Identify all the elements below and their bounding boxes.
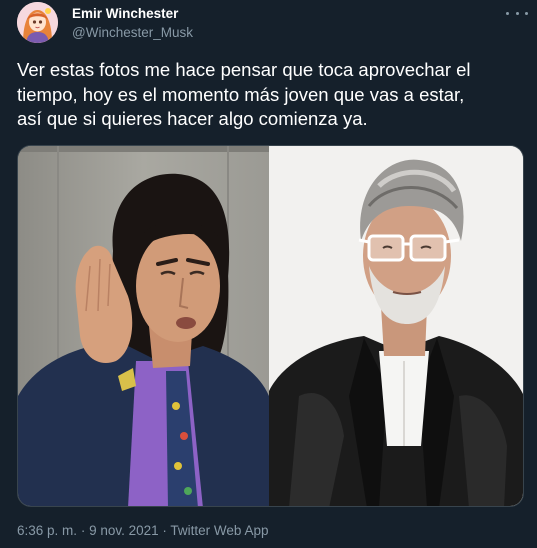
avatar[interactable]: [17, 2, 58, 43]
tweet-text-line: Ver estas fotos me hace pensar que toca …: [17, 59, 471, 80]
meta-separator: ·: [80, 523, 86, 538]
photo-right[interactable]: [269, 146, 523, 506]
tweet-text-line: tiempo, hoy es el momento más joven que …: [17, 83, 465, 105]
photo-left[interactable]: [18, 146, 269, 506]
author-display-name[interactable]: Emir Winchester: [72, 6, 178, 21]
tweet-source[interactable]: Twitter Web App: [170, 523, 268, 538]
tweet-text: Ver estas fotos me hace pensar que toca …: [17, 58, 527, 132]
author-handle[interactable]: @Winchester_Musk: [72, 25, 193, 40]
meta-separator: ·: [162, 523, 167, 538]
dot: [515, 11, 519, 15]
tweet-media[interactable]: [17, 145, 524, 507]
tweet-time[interactable]: 6:36 p. m.: [17, 523, 77, 538]
dot: [525, 11, 528, 15]
tweet-date[interactable]: 9 nov. 2021: [89, 523, 159, 538]
tweet-meta: 6:36 p. m. · 9 nov. 2021 · Twitter Web A…: [17, 523, 268, 538]
dot: [506, 11, 509, 15]
tweet-text-line: así que si quieres hacer algo comienza y…: [17, 108, 368, 129]
tweet: Emir Winchester @Winchester_Musk Ver est…: [0, 0, 537, 548]
more-options-icon[interactable]: [506, 8, 528, 18]
